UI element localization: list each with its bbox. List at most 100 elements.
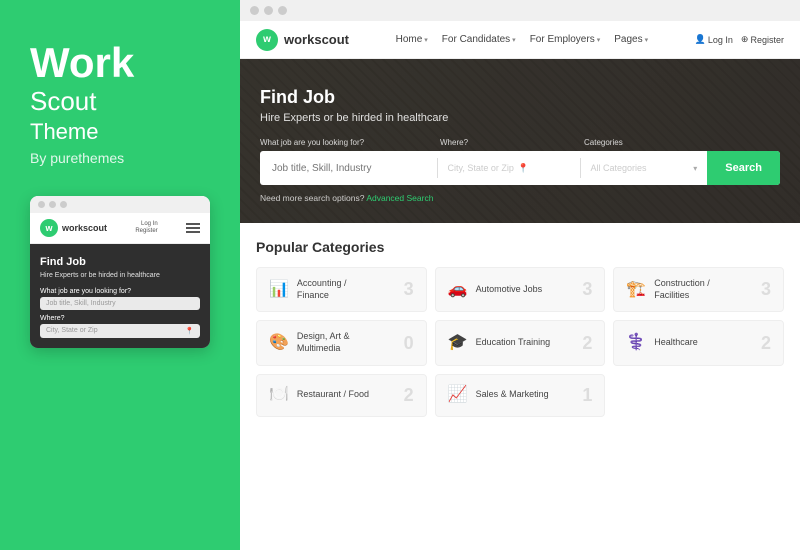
search-field-labels: What job are you looking for? Where? Cat… — [260, 138, 780, 147]
hamburger-line — [186, 227, 200, 229]
advanced-search-prompt: Need more search options? Advanced Searc… — [260, 193, 780, 203]
site-logo[interactable]: w workscout — [256, 29, 349, 51]
site-logo-text: workscout — [284, 32, 349, 47]
site-navbar: w workscout Home ▾ For Candidates ▾ For … — [240, 21, 800, 59]
category-card-design[interactable]: 🎨 Design, Art & Multimedia 0 — [256, 320, 427, 365]
nav-home[interactable]: Home ▾ — [396, 34, 428, 45]
mobile-dot-1 — [38, 201, 45, 208]
category-card-education[interactable]: 🎓 Education Training 2 — [435, 320, 606, 365]
categories-grid: 📊 Accounting / Finance 3 🚗 Automotive Jo… — [256, 267, 784, 417]
category-count: 3 — [582, 279, 592, 300]
hero-section: Find Job Hire Experts or be hirded in he… — [240, 59, 800, 223]
category-count: 2 — [582, 333, 592, 354]
category-card-accounting[interactable]: 📊 Accounting / Finance 3 — [256, 267, 427, 312]
category-count: 2 — [404, 385, 414, 406]
hamburger-line — [186, 231, 200, 233]
location-search-input[interactable]: City, State or Zip 📍 — [438, 163, 580, 174]
category-card-healthcare[interactable]: ⚕️ Healthcare 2 — [613, 320, 784, 365]
mobile-search-field[interactable]: Job title, Skill, Industry — [40, 297, 200, 310]
category-count: 3 — [404, 279, 414, 300]
category-info: 🎨 Design, Art & Multimedia — [269, 331, 349, 354]
sales-icon: 📈 — [448, 387, 468, 403]
site-logo-icon: w — [256, 29, 278, 51]
category-name: Automotive Jobs — [476, 284, 543, 296]
brand-by: By purethemes — [30, 150, 210, 166]
category-count: 3 — [761, 279, 771, 300]
category-info: 🏗️ Construction / Facilities — [626, 278, 709, 301]
site-nav-links: Home ▾ For Candidates ▾ For Employers ▾ … — [396, 34, 649, 45]
mobile-preview: w workscout Log In Register Find Job Hir… — [30, 196, 210, 348]
login-link[interactable]: 👤 Log In — [695, 34, 733, 45]
mobile-search-label: What job are you looking for? — [40, 288, 200, 295]
job-search-input[interactable] — [260, 163, 437, 174]
category-card-restaurant[interactable]: 🍽️ Restaurant / Food 2 — [256, 374, 427, 417]
register-link[interactable]: ⊕ Register — [741, 34, 784, 45]
nav-pages[interactable]: Pages ▾ — [614, 34, 648, 45]
category-field-label: Categories — [584, 138, 710, 147]
mobile-register-link[interactable]: Register — [135, 228, 157, 234]
hamburger-line — [186, 223, 200, 225]
categories-heading: Popular Categories — [256, 239, 784, 255]
mobile-logo-text: workscout — [62, 223, 107, 233]
category-name: Healthcare — [654, 337, 698, 349]
category-count: 0 — [404, 333, 414, 354]
hero-subtitle: Hire Experts or be hirded in healthcare — [260, 112, 780, 124]
job-field-label: What job are you looking for? — [260, 138, 440, 147]
mobile-chrome — [30, 196, 210, 213]
site-nav-actions: 👤 Log In ⊕ Register — [695, 34, 784, 45]
chevron-down-icon: ▾ — [645, 36, 649, 44]
category-name: Education Training — [476, 337, 551, 349]
restaurant-icon: 🍽️ — [269, 387, 289, 403]
chevron-down-icon: ▾ — [424, 36, 428, 44]
search-bar: City, State or Zip 📍 All Categories ▾ Se… — [260, 151, 780, 185]
mobile-where-field[interactable]: City, State or Zip 📍 — [40, 324, 200, 338]
chevron-down-icon: ▾ — [512, 36, 516, 44]
category-name: Accounting / Finance — [297, 278, 347, 301]
category-name: Restaurant / Food — [297, 389, 369, 401]
category-info: 📊 Accounting / Finance — [269, 278, 346, 301]
mobile-where-label: Where? — [40, 315, 200, 322]
brand-name: Work Scout Theme By purethemes — [30, 40, 210, 166]
mobile-hero-title: Find Job — [40, 256, 200, 268]
hero-title: Find Job — [260, 87, 780, 108]
brand-title-line2: Scout — [30, 86, 210, 117]
browser-dot-green — [278, 6, 287, 15]
nav-employers[interactable]: For Employers ▾ — [530, 34, 601, 45]
category-name: Sales & Marketing — [476, 389, 549, 401]
construction-icon: 🏗️ — [626, 282, 646, 298]
mobile-login-link[interactable]: Log In — [141, 221, 158, 227]
advanced-search-link[interactable]: Advanced Search — [366, 193, 433, 203]
category-card-construction[interactable]: 🏗️ Construction / Facilities 3 — [613, 267, 784, 312]
mobile-logo: w workscout — [40, 219, 107, 237]
category-name: Construction / Facilities — [654, 278, 710, 301]
brand-title-line1: Work — [30, 40, 210, 86]
website-content: w workscout Home ▾ For Candidates ▾ For … — [240, 21, 800, 550]
category-name: Design, Art & Multimedia — [297, 331, 350, 354]
category-card-sales[interactable]: 📈 Sales & Marketing 1 — [435, 374, 606, 417]
browser-dot-yellow — [264, 6, 273, 15]
brand-subtitle: Theme — [30, 119, 210, 145]
categories-section: Popular Categories 📊 Accounting / Financ… — [240, 223, 800, 550]
accounting-icon: 📊 — [269, 282, 289, 298]
chevron-down-icon: ▾ — [693, 164, 697, 173]
mobile-nav-links: Log In Register — [135, 221, 157, 234]
right-panel: w workscout Home ▾ For Candidates ▾ For … — [240, 0, 800, 550]
category-select[interactable]: All Categories ▾ — [581, 163, 708, 173]
location-pin-icon: 📍 — [185, 327, 194, 335]
search-button[interactable]: Search — [707, 151, 780, 185]
category-info: 🍽️ Restaurant / Food — [269, 387, 369, 403]
mobile-dot-3 — [60, 201, 67, 208]
category-info: ⚕️ Healthcare — [626, 335, 697, 351]
mobile-hero-subtitle: Hire Experts or be hirded in healthcare — [40, 271, 200, 280]
nav-candidates[interactable]: For Candidates ▾ — [442, 34, 516, 45]
mobile-nav: w workscout Log In Register — [30, 213, 210, 244]
mobile-dot-2 — [49, 201, 56, 208]
browser-dot-red — [250, 6, 259, 15]
category-card-automotive[interactable]: 🚗 Automotive Jobs 3 — [435, 267, 606, 312]
healthcare-icon: ⚕️ — [626, 335, 646, 351]
education-icon: 🎓 — [448, 335, 468, 351]
browser-chrome — [240, 0, 800, 21]
mobile-hamburger-button[interactable] — [186, 223, 200, 233]
hero-content: Find Job Hire Experts or be hirded in he… — [260, 87, 780, 203]
design-icon: 🎨 — [269, 335, 289, 351]
